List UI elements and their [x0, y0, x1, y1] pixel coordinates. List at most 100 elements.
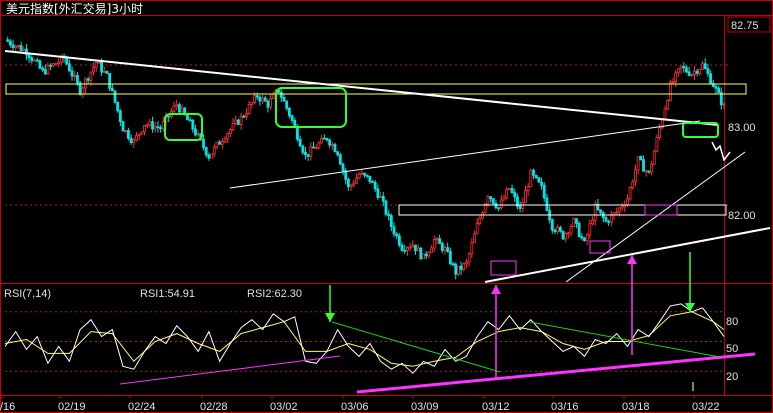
- candle-body: [481, 212, 484, 219]
- candle-body: [620, 206, 624, 209]
- candle-body: [38, 60, 42, 69]
- candle-body: [392, 226, 396, 235]
- candle-body: [156, 126, 160, 129]
- candle-body: [258, 96, 262, 102]
- x-tick-label: 03/02: [270, 401, 298, 413]
- candle-body: [89, 71, 93, 81]
- candle-body: [604, 217, 608, 222]
- candle-body: [355, 177, 358, 184]
- candle-body: [513, 192, 517, 198]
- candle-body: [220, 141, 224, 145]
- candle-body: [121, 121, 125, 132]
- candle-body: [81, 87, 85, 95]
- candle-body: [330, 144, 334, 146]
- candle-body: [247, 104, 251, 114]
- candle-body: [502, 197, 506, 201]
- candle-body: [387, 213, 391, 216]
- candle-body: [186, 114, 189, 121]
- candle-body: [473, 233, 476, 244]
- candle-body: [325, 137, 329, 141]
- candle-body: [459, 265, 463, 270]
- candle-body: [33, 59, 36, 62]
- candle-body: [347, 179, 350, 188]
- candle-body: [287, 107, 291, 117]
- candle-body: [676, 68, 680, 74]
- candle-body: [228, 129, 232, 134]
- candle-body: [553, 229, 557, 233]
- candle-body: [22, 48, 26, 51]
- candle-body: [215, 141, 219, 148]
- candle-body: [668, 81, 672, 101]
- candle-body: [129, 137, 133, 144]
- x-tick-label: 03/09: [411, 401, 439, 413]
- candle-body: [306, 154, 310, 157]
- candle-body: [505, 189, 509, 199]
- x-tick-label: 02/24: [128, 401, 156, 413]
- candle-body: [296, 126, 299, 140]
- candle-body: [395, 233, 399, 237]
- candle-body: [51, 63, 55, 67]
- candle-body: [312, 146, 315, 149]
- candle-body: [591, 219, 594, 225]
- rsi-indicator-label: RSI(7,14): [4, 288, 51, 300]
- candle-body: [357, 173, 361, 179]
- candle-body: [526, 186, 530, 192]
- candle-body: [148, 121, 152, 126]
- candle-body: [365, 174, 369, 177]
- candle-body: [363, 172, 366, 176]
- candle-body: [285, 100, 289, 109]
- candle-body: [572, 218, 576, 227]
- candle-body: [703, 63, 707, 70]
- x-tick-label: 03/12: [482, 401, 510, 413]
- candle-body: [309, 146, 313, 157]
- candle-body: [231, 122, 235, 130]
- candle-body: [314, 147, 318, 150]
- candle-body: [175, 104, 179, 107]
- candle-body: [435, 238, 439, 241]
- candle-body: [642, 159, 645, 172]
- candle-body: [400, 244, 404, 251]
- candle-body: [628, 187, 632, 200]
- candle-body: [671, 81, 675, 84]
- candle-body: [304, 152, 307, 155]
- candle-body: [588, 223, 592, 236]
- candle-body: [406, 247, 409, 251]
- candle-body: [46, 64, 50, 75]
- candle-body: [269, 98, 273, 108]
- candle-body: [438, 238, 442, 244]
- candle-body: [537, 177, 541, 183]
- candle-body: [714, 86, 718, 89]
- x-tick-label: 03/22: [692, 401, 720, 413]
- candle-body: [615, 211, 619, 214]
- candle-body: [223, 138, 227, 143]
- candle-body: [389, 215, 393, 228]
- candle-body: [54, 63, 58, 66]
- candle-body: [687, 71, 691, 76]
- candle-body: [333, 144, 337, 153]
- candle-body: [124, 130, 128, 132]
- candle-body: [550, 219, 554, 231]
- candle-body: [717, 87, 721, 94]
- x-tick-label: 03/16: [551, 401, 579, 413]
- candle-body: [655, 136, 659, 152]
- candle-body: [336, 151, 340, 156]
- candle-body: [317, 142, 321, 149]
- candle-body: [607, 220, 611, 223]
- candle-body: [250, 102, 254, 105]
- candle-body: [261, 97, 264, 102]
- candle-body: [722, 103, 726, 106]
- candle-body: [92, 66, 95, 73]
- candle-body: [207, 154, 211, 159]
- candle-body: [685, 67, 688, 73]
- candle-body: [636, 156, 640, 171]
- candle-body: [293, 120, 297, 128]
- candle-body: [17, 45, 20, 47]
- candle-body: [647, 170, 651, 173]
- candle-body: [475, 223, 479, 235]
- candle-body: [282, 97, 286, 102]
- candle-body: [67, 63, 71, 72]
- candle-body: [204, 146, 208, 156]
- candle-body: [470, 242, 474, 255]
- candle-body: [242, 115, 246, 118]
- candle-body: [143, 125, 146, 133]
